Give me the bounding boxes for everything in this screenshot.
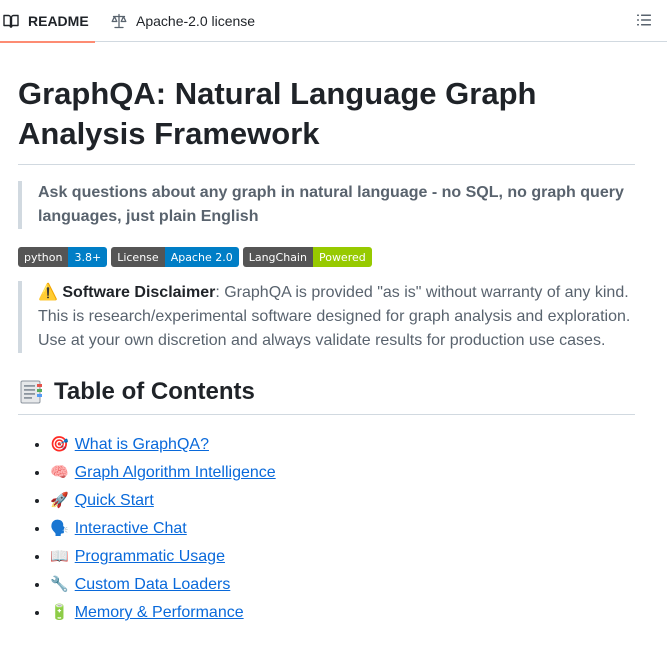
tab-readme-label: README	[28, 13, 89, 29]
list-item: 🔋 Memory & Performance	[50, 599, 635, 627]
badge-row: python 3.8+ License Apache 2.0 LangChain…	[18, 247, 635, 267]
toc-link-label: Quick Start	[74, 492, 154, 509]
list-item: 📖 Programmatic Usage	[50, 543, 635, 571]
tab-license[interactable]: Apache-2.0 license	[110, 0, 255, 42]
tab-readme[interactable]: README	[0, 0, 95, 43]
toc-link-graph-algorithm-intelligence[interactable]: 🧠 Graph Algorithm Intelligence	[50, 464, 276, 481]
tab-license-label: Apache-2.0 license	[136, 13, 256, 29]
toc-link-custom-data-loaders[interactable]: 🔧 Custom Data Loaders	[50, 576, 230, 593]
disclaimer-quote: ⚠️ Software Disclaimer: GraphQA is provi…	[18, 281, 635, 353]
open-book-icon: 📖	[50, 548, 69, 565]
badge-label: LangChain	[242, 247, 313, 267]
list-item: 🧠 Graph Algorithm Intelligence	[50, 459, 635, 487]
badge-value: Powered	[312, 247, 372, 267]
warning-icon: ⚠️	[38, 284, 58, 301]
target-icon: 🎯	[50, 436, 69, 453]
bookmark-tabs-icon	[18, 379, 44, 405]
toc-heading-label: Table of Contents	[54, 378, 255, 405]
brain-icon: 🧠	[50, 464, 69, 481]
toc-link-label: Memory & Performance	[74, 604, 244, 621]
readme-content: GraphQA: Natural Language Graph Analysis…	[18, 42, 635, 627]
page-title: GraphQA: Natural Language Graph Analysis…	[18, 74, 635, 165]
badge-label: python	[18, 247, 69, 267]
wrench-icon: 🔧	[50, 576, 69, 593]
toc-link-interactive-chat[interactable]: 🗣️ Interactive Chat	[50, 520, 187, 537]
list-item: 🔧 Custom Data Loaders	[50, 571, 635, 599]
toc-link-programmatic-usage[interactable]: 📖 Programmatic Usage	[50, 548, 225, 565]
toc-link-memory-performance[interactable]: 🔋 Memory & Performance	[50, 604, 244, 621]
list-item: 🚀 Quick Start	[50, 487, 635, 515]
outline-list-icon[interactable]	[635, 11, 653, 29]
toc-list: 🎯 What is GraphQA? 🧠 Graph Algorithm Intel…	[18, 431, 635, 627]
repo-tab-bar: README Apache-2.0 license	[0, 0, 667, 43]
toc-link-label: Interactive Chat	[74, 520, 187, 537]
badge-label: License	[111, 247, 165, 267]
badge-value: Apache 2.0	[164, 247, 239, 267]
langchain-badge[interactable]: LangChain Powered	[242, 247, 372, 267]
toc-link-quick-start[interactable]: 🚀 Quick Start	[50, 492, 154, 509]
book-icon	[2, 12, 20, 30]
disclaimer-title: Software Disclaimer	[62, 284, 216, 301]
list-item: 🗣️ Interactive Chat	[50, 515, 635, 543]
toc-link-label: What is GraphQA?	[74, 436, 209, 453]
law-scale-icon	[110, 12, 128, 30]
toc-link-label: Programmatic Usage	[74, 548, 225, 565]
battery-icon: 🔋	[50, 604, 69, 621]
license-badge[interactable]: License Apache 2.0	[111, 247, 239, 267]
toc-link-what-is-graphqa[interactable]: 🎯 What is GraphQA?	[50, 436, 209, 453]
rocket-icon: 🚀	[50, 492, 69, 509]
toc-link-label: Graph Algorithm Intelligence	[74, 464, 276, 481]
badge-value: 3.8+	[68, 247, 108, 267]
toc-heading: Table of Contents	[18, 377, 635, 415]
tagline-quote: Ask questions about any graph in natural…	[18, 181, 635, 229]
list-item: 🎯 What is GraphQA?	[50, 431, 635, 459]
toc-link-label: Custom Data Loaders	[74, 576, 231, 593]
speaking-head-icon: 🗣️	[50, 520, 69, 537]
python-version-badge[interactable]: python 3.8+	[18, 247, 108, 267]
